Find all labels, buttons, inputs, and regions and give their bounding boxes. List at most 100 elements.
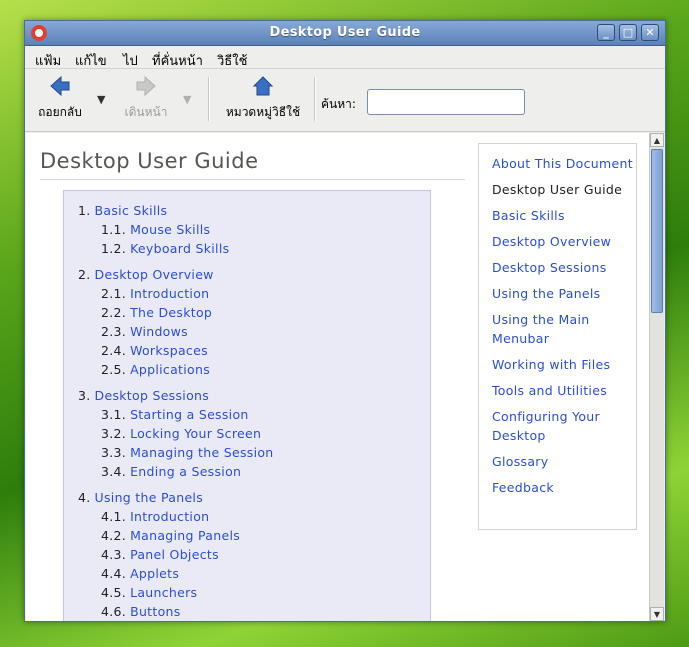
toc-subentry: 4.5. Launchers <box>78 583 430 602</box>
forward-arrow-icon <box>136 75 156 97</box>
sidebar-item-desktop-overview[interactable]: Desktop Overview <box>492 232 636 251</box>
menu-go[interactable]: ไป <box>123 50 138 71</box>
toc-number: 1.1. <box>101 222 127 237</box>
toc-link[interactable]: Desktop Sessions <box>95 388 210 403</box>
toc-link[interactable]: Managing the Session <box>130 445 273 460</box>
sidebar-item-tools[interactable]: Tools and Utilities <box>492 381 636 400</box>
scroll-down-icon[interactable]: ▼ <box>650 607 664 621</box>
toc-link[interactable]: Applets <box>130 566 179 581</box>
toc-subentry: 4.6. Buttons <box>78 602 430 621</box>
toc-number: 4.5. <box>101 585 127 600</box>
menu-bookmarks[interactable]: ที่คั่นหน้า <box>152 50 203 71</box>
sidebar-navigation: About This Document Desktop User Guide B… <box>478 143 637 530</box>
toc-subentry: 4.3. Panel Objects <box>78 545 430 564</box>
toc-link[interactable]: Introduction <box>130 286 209 301</box>
menubar: แฟ้ม แก้ไข ไป ที่คั่นหน้า วิธีใช้ <box>25 46 665 69</box>
page-title: Desktop User Guide <box>40 149 465 180</box>
back-button[interactable]: ถอยกลับ <box>35 75 85 122</box>
window-title: Desktop User Guide <box>269 25 421 40</box>
toc-number: 4.3. <box>101 547 127 562</box>
back-history-dropdown-icon[interactable]: ▼ <box>97 93 105 106</box>
toc-number: 2.2. <box>101 305 127 320</box>
forward-label: เดินหน้า <box>124 105 168 119</box>
contents-label: หมวดหมู่วิธีใช้ <box>225 105 301 119</box>
vertical-scrollbar[interactable]: ▲ ▼ <box>649 133 664 621</box>
toc-number: 2.3. <box>101 324 127 339</box>
toc-link[interactable]: Using the Panels <box>95 490 204 505</box>
toc-entry: 2. Desktop Overview <box>78 265 430 284</box>
toc-number: 4.4. <box>101 566 127 581</box>
contents-button[interactable]: หมวดหมู่วิธีใช้ <box>220 75 306 122</box>
sidebar-item-about[interactable]: About This Document <box>492 154 636 173</box>
toc-link[interactable]: Starting a Session <box>130 407 249 422</box>
toc-number: 4.6. <box>101 604 127 619</box>
sidebar-item-current: Desktop User Guide <box>492 182 623 197</box>
toc-link[interactable]: Keyboard Skills <box>130 241 229 256</box>
scroll-up-icon[interactable]: ▲ <box>650 133 664 147</box>
close-button[interactable]: ✕ <box>641 24 659 41</box>
toc-subentry: 4.2. Managing Panels <box>78 526 430 545</box>
sidebar-item-panels[interactable]: Using the Panels <box>492 284 636 303</box>
toc-number: 4. <box>78 490 91 505</box>
toc-section: 1. Basic Skills 1.1. Mouse Skills 1.2. Keyb… <box>78 201 430 258</box>
toc-subentry: 2.4. Workspaces <box>78 341 430 360</box>
title-bar[interactable]: Desktop User Guide _ □ ✕ <box>25 21 665 46</box>
toc-link[interactable]: Locking Your Screen <box>130 426 261 441</box>
toc-link[interactable]: Buttons <box>130 604 180 619</box>
menu-help[interactable]: วิธีใช้ <box>217 50 247 71</box>
sidebar-item-feedback[interactable]: Feedback <box>492 478 636 497</box>
forward-button[interactable]: เดินหน้า <box>120 75 172 122</box>
toc-link[interactable]: Basic Skills <box>95 203 168 218</box>
toc-subentry: 2.1. Introduction <box>78 284 430 303</box>
toc-section: 3. Desktop Sessions 3.1. Starting a Sessio… <box>78 386 430 481</box>
toc-section: 4. Using the Panels 4.1. Introduction 4.2.… <box>78 488 430 621</box>
toc-subentry: 2.5. Applications <box>78 360 430 379</box>
toc-subentry: 4.1. Introduction <box>78 507 430 526</box>
toolbar-separator <box>314 77 316 121</box>
toc-link[interactable]: Panel Objects <box>130 547 219 562</box>
toc-link[interactable]: Introduction <box>130 509 209 524</box>
help-content: Desktop User Guide 1. Basic Skills 1.1. Mo… <box>26 133 649 621</box>
toc-number: 2.4. <box>101 343 127 358</box>
toc-subentry: 3.4. Ending a Session <box>78 462 430 481</box>
toc-subentry: 4.4. Applets <box>78 564 430 583</box>
menu-edit[interactable]: แก้ไข <box>75 50 107 71</box>
sidebar-item-desktop-sessions[interactable]: Desktop Sessions <box>492 258 636 277</box>
toc-subentry: 1.1. Mouse Skills <box>78 220 430 239</box>
sidebar-item-basic-skills[interactable]: Basic Skills <box>492 206 636 225</box>
toc-link[interactable]: Desktop Overview <box>95 267 214 282</box>
toc-link[interactable]: Windows <box>130 324 188 339</box>
toc-entry: 1. Basic Skills <box>78 201 430 220</box>
toc-link[interactable]: Ending a Session <box>130 464 241 479</box>
home-icon <box>252 76 274 96</box>
sidebar-item-configuring[interactable]: Configuring Your Desktop <box>492 407 636 445</box>
toc-subentry: 1.2. Keyboard Skills <box>78 239 430 258</box>
toc-link[interactable]: Managing Panels <box>130 528 240 543</box>
search-label: ค้นหา: <box>321 97 356 111</box>
sidebar-item-main-menubar[interactable]: Using the Main Menubar <box>492 310 636 348</box>
toc-link[interactable]: Workspaces <box>130 343 208 358</box>
toc-number: 3. <box>78 388 91 403</box>
menu-file[interactable]: แฟ้ม <box>35 50 61 71</box>
maximize-button[interactable]: □ <box>619 24 637 41</box>
toc-subentry: 3.1. Starting a Session <box>78 405 430 424</box>
toc-number: 3.4. <box>101 464 127 479</box>
toc-link[interactable]: The Desktop <box>130 305 212 320</box>
toc-subentry: 2.3. Windows <box>78 322 430 341</box>
toc-subentry: 3.2. Locking Your Screen <box>78 424 430 443</box>
toc-number: 3.3. <box>101 445 127 460</box>
search-input[interactable] <box>367 89 525 115</box>
toolbar-separator <box>208 77 210 121</box>
scrollbar-thumb[interactable] <box>651 149 663 313</box>
minimize-button[interactable]: _ <box>597 24 615 41</box>
sidebar-item-files[interactable]: Working with Files <box>492 355 636 374</box>
toc-link[interactable]: Mouse Skills <box>130 222 210 237</box>
toc-link[interactable]: Launchers <box>130 585 197 600</box>
toc-number: 2.5. <box>101 362 127 377</box>
forward-history-dropdown-icon[interactable]: ▼ <box>183 93 191 106</box>
toc-entry: 4. Using the Panels <box>78 488 430 507</box>
toc-number: 3.2. <box>101 426 127 441</box>
toc-link[interactable]: Applications <box>130 362 210 377</box>
sidebar-item-glossary[interactable]: Glossary <box>492 452 636 471</box>
toc-number: 1.2. <box>101 241 127 256</box>
